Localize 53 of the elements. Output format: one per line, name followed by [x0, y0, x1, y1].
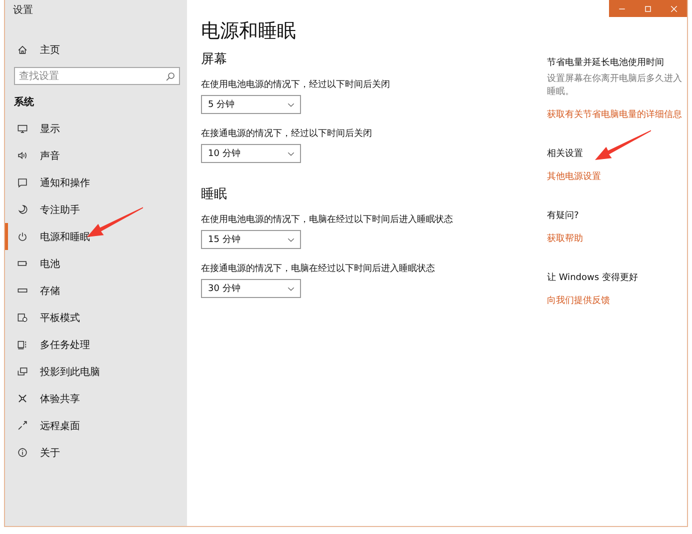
- search-field[interactable]: 查找设置: [14, 67, 180, 85]
- link[interactable]: 获取有关节省电脑电量的详细信息: [547, 108, 682, 121]
- nav-item[interactable]: 存储: [5, 277, 187, 304]
- info-icon: [17, 447, 28, 458]
- projector-icon: [17, 366, 28, 377]
- nav-item[interactable]: 投影到此电脑: [5, 358, 187, 385]
- dropdown[interactable]: 30 分钟: [201, 279, 301, 298]
- share-icon: [17, 393, 28, 404]
- link[interactable]: 其他电源设置: [547, 170, 601, 183]
- group-heading: 让 Windows 变得更好: [547, 272, 639, 284]
- setting-label: 在使用电池电源的情况下，电脑在经过以下时间后进入睡眠状态: [201, 214, 454, 226]
- speech-bubble-icon: [17, 177, 28, 188]
- group-heading: 有疑问?: [547, 210, 580, 222]
- group-heading: 节省电量并延长电池使用时间: [547, 56, 665, 69]
- section-heading: 屏幕: [201, 51, 228, 68]
- speaker-icon: [17, 150, 28, 161]
- maximize-icon: [643, 4, 653, 14]
- nav-item[interactable]: 电池: [5, 250, 187, 277]
- setting-label: 在使用电池电源的情况下，经过以下时间后关闭: [201, 78, 391, 91]
- nav-item[interactable]: 关于: [5, 439, 187, 466]
- tablet-icon: [17, 312, 28, 323]
- dropdown[interactable]: 10 分钟: [201, 144, 301, 163]
- nav-item[interactable]: 通知和操作: [5, 169, 187, 196]
- dropdown[interactable]: 15 分钟: [201, 230, 301, 249]
- nav-item[interactable]: 平板模式: [5, 304, 187, 331]
- setting-label: 在接通电源的情况下，经过以下时间后关闭: [201, 128, 373, 140]
- home-item[interactable]: 主页: [5, 36, 187, 63]
- section-heading: 系统: [13, 96, 35, 110]
- description-text: 设置屏幕在你离开电脑后多久进入睡眠。: [547, 73, 683, 99]
- group-heading: 相关设置: [547, 148, 584, 160]
- pointer-arrow: [595, 130, 651, 162]
- nav-item[interactable]: 多任务处理: [5, 331, 187, 358]
- monitor-icon: [17, 123, 28, 134]
- multitask-icon: [17, 339, 28, 350]
- moon-icon: [17, 204, 28, 215]
- nav-item[interactable]: 专注助手: [5, 196, 187, 223]
- home-icon: [17, 44, 28, 55]
- nav-item[interactable]: 远程桌面: [5, 412, 187, 439]
- nav-item[interactable]: 体验共享: [5, 385, 187, 412]
- page-title: 电源和睡眠: [201, 19, 297, 44]
- nav-item[interactable]: 声音: [5, 142, 187, 169]
- dropdown[interactable]: 5 分钟: [201, 95, 301, 114]
- search-icon[interactable]: [165, 71, 176, 82]
- remote-icon: [17, 420, 28, 431]
- section-heading: 睡眠: [201, 186, 228, 203]
- link[interactable]: 向我们提供反馈: [547, 294, 610, 307]
- power-icon: [17, 231, 28, 242]
- setting-label: 在接通电源的情况下，电脑在经过以下时间后进入睡眠状态: [201, 262, 436, 275]
- close-icon: [669, 4, 679, 14]
- window-title: 设置: [12, 4, 34, 18]
- nav-item[interactable]: 显示: [5, 115, 187, 142]
- link[interactable]: 获取帮助: [547, 232, 583, 245]
- battery-icon: [17, 258, 28, 269]
